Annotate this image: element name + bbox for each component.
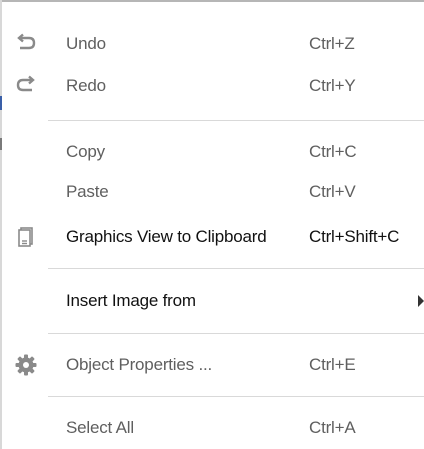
menu-item-label: Graphics View to Clipboard [66,227,267,246]
gear-icon [14,353,38,377]
menu-item-label: Select All [66,418,134,437]
menu-item-shortcut: Ctrl+A [309,418,356,437]
menu-item-select-all[interactable]: Select All Ctrl+A [0,409,424,447]
undo-icon [14,32,38,56]
menu-item-shortcut: Ctrl+E [309,355,356,374]
submenu-arrow-icon [418,295,424,307]
menu-item-paste[interactable]: Paste Ctrl+V [0,173,424,211]
menu-item-insert-image-from[interactable]: Insert Image from [0,282,424,320]
menu-separator [48,120,424,121]
menu-item-label: Redo [66,76,106,95]
menu-item-label: Paste [66,182,109,201]
menu-item-label: Undo [66,34,106,53]
clipboard-icon [14,225,38,249]
menu-top-border [0,0,424,2]
menu-item-graphics-view-to-clipboard[interactable]: Graphics View to Clipboard Ctrl+Shift+C [0,218,424,256]
menu-item-label: Copy [66,142,105,161]
menu-separator [48,333,424,334]
context-menu: Undo Ctrl+Z Redo Ctrl+Y Copy Ctrl+C Past… [0,0,424,449]
menu-item-shortcut: Ctrl+Y [309,76,356,95]
menu-item-shortcut: Ctrl+Z [309,34,355,53]
menu-item-redo[interactable]: Redo Ctrl+Y [0,67,424,105]
redo-icon [14,74,38,98]
menu-item-label: Insert Image from [66,291,196,310]
menu-item-shortcut: Ctrl+C [309,142,357,161]
menu-item-shortcut: Ctrl+V [309,182,356,201]
menu-separator [48,268,424,269]
menu-item-label: Object Properties ... [66,355,213,374]
menu-item-undo[interactable]: Undo Ctrl+Z [0,25,424,63]
menu-item-object-properties[interactable]: Object Properties ... Ctrl+E [0,346,424,384]
menu-item-shortcut: Ctrl+Shift+C [309,227,400,246]
menu-item-copy[interactable]: Copy Ctrl+C [0,133,424,171]
menu-separator [48,396,424,397]
